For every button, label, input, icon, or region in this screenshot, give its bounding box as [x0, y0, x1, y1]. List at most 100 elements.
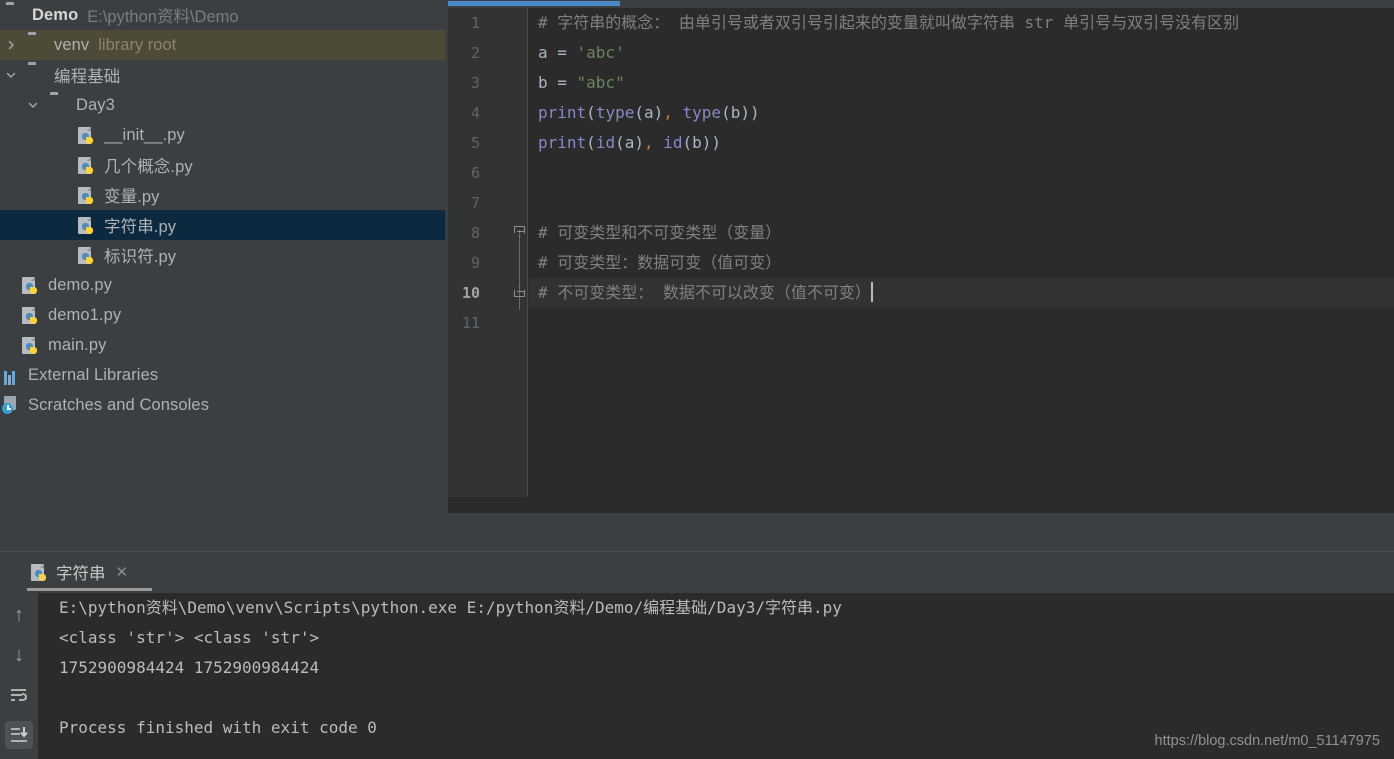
- code-token: ,: [643, 133, 654, 152]
- tree-item-jigegainian-py[interactable]: 几个概念.py: [0, 150, 445, 180]
- code-token: print: [538, 133, 587, 152]
- folder-icon: [28, 65, 48, 85]
- tree-item-label: Day3: [76, 95, 115, 114]
- scroll-up-icon[interactable]: ↑: [5, 601, 33, 629]
- python-file-icon: [78, 186, 98, 206]
- code-text-area[interactable]: # 字符串的概念： 由单引号或者双引号引起来的变量就叫做字符串 str 单引号与…: [529, 8, 1394, 513]
- chevron-down-icon[interactable]: [2, 66, 20, 84]
- run-console-panel[interactable]: 字符串 ✕ ↑ ↓ E:\python资料\Demo\venv\Scripts\p…: [0, 551, 1394, 759]
- scroll-to-end-icon[interactable]: [5, 721, 33, 749]
- code-token: a: [538, 43, 558, 62]
- code-token: (a): [634, 103, 664, 122]
- tree-item-init-py[interactable]: __init__.py: [0, 120, 445, 150]
- code-token: type: [595, 103, 635, 122]
- code-line[interactable]: print(type(a), type(b)): [529, 98, 1394, 128]
- code-token: # 可变类型：数据可变（值可变）: [538, 253, 782, 272]
- code-token: =: [557, 73, 577, 92]
- code-line[interactable]: [529, 188, 1394, 218]
- code-editor-pane[interactable]: 1 2 3 4 5 6 7 8 9 10 11 # 字符串的概念： 由单引号或者双引号引起来的变量就…: [445, 0, 1394, 513]
- python-file-icon: [78, 156, 98, 176]
- code-token: ,: [663, 103, 673, 122]
- tree-item-label: demo1.py: [48, 305, 122, 324]
- tree-item-scratches-and-consoles[interactable]: Scratches and Consoles: [0, 390, 445, 420]
- editor-bottom-filler: [445, 513, 1394, 551]
- tree-item-external-libraries[interactable]: External Libraries: [0, 360, 445, 390]
- code-token: print: [538, 103, 587, 122]
- toolbar-glyph: ↑: [14, 603, 24, 626]
- code-line[interactable]: print(id(a), id(b)): [529, 128, 1394, 158]
- folder-src-icon: [50, 95, 70, 115]
- console-tab-label: 字符串: [56, 565, 106, 583]
- tree-item-demo[interactable]: Demo E:\python资料\Demo: [0, 0, 445, 30]
- code-token: (b)): [682, 133, 722, 152]
- code-fold-strip[interactable]: [511, 8, 528, 513]
- code-token: =: [557, 43, 577, 62]
- tree-item-demo1-py[interactable]: demo1.py: [0, 300, 445, 330]
- code-line[interactable]: # 可变类型和不可变类型（变量）: [529, 218, 1394, 248]
- tree-item-bianliang-py[interactable]: 变量.py: [0, 180, 445, 210]
- code-token: b: [538, 73, 558, 92]
- fold-region-line: [519, 230, 520, 310]
- folder-icon: [28, 35, 48, 55]
- code-line[interactable]: [529, 158, 1394, 188]
- console-tab-zifuchuan[interactable]: 字符串 ✕: [27, 555, 132, 589]
- tree-item-biaoshifu-py[interactable]: 标识符.py: [0, 240, 445, 270]
- pycharm-window: Demo E:\python资料\Demo venv library root 编程基础…: [0, 0, 1394, 759]
- fold-marker-line10[interactable]: [514, 286, 525, 297]
- folder-icon: [6, 5, 26, 25]
- code-token: type: [682, 103, 722, 122]
- code-token: # 可变类型和不可变类型（变量）: [538, 223, 782, 242]
- code-token: id: [595, 133, 616, 152]
- python-file-icon: [78, 216, 98, 236]
- chevron-right-icon[interactable]: [2, 36, 20, 54]
- code-line[interactable]: a = 'abc': [529, 38, 1394, 68]
- code-token: # 不可变类型： 数据不可以改变（值不可变）: [538, 283, 871, 302]
- active-tab-underline: [448, 1, 620, 6]
- code-line[interactable]: # 可变类型：数据可变（值可变）: [529, 248, 1394, 278]
- console-left-edge: [0, 593, 3, 759]
- tree-item-label: __init__.py: [104, 125, 185, 144]
- console-toolbar[interactable]: ↑ ↓: [0, 593, 38, 759]
- python-file-icon: [22, 336, 42, 356]
- python-file-icon: [22, 276, 42, 296]
- code-line[interactable]: [529, 308, 1394, 338]
- console-tab-bar[interactable]: 字符串 ✕: [0, 551, 1394, 593]
- project-tree-panel[interactable]: Demo E:\python资料\Demo venv library root 编程基础…: [0, 0, 445, 551]
- tree-item-main-py[interactable]: main.py: [0, 330, 445, 360]
- soft-wrap-icon[interactable]: [5, 681, 33, 709]
- editor-horizontal-scroll-zone[interactable]: [445, 497, 1394, 513]
- python-file-icon: [22, 306, 42, 326]
- fold-marker-line8[interactable]: [514, 226, 525, 237]
- code-token: id: [663, 133, 683, 152]
- text-caret: [870, 282, 873, 302]
- chevron-down-icon[interactable]: [24, 96, 42, 114]
- scroll-down-icon[interactable]: ↓: [5, 641, 33, 669]
- close-icon[interactable]: ✕: [116, 563, 129, 581]
- console-output-line: 1752900984424 1752900984424: [59, 658, 320, 677]
- code-line[interactable]: # 字符串的概念： 由单引号或者双引号引起来的变量就叫做字符串 str 单引号与…: [529, 8, 1394, 38]
- tree-item-label: 标识符.py: [104, 248, 177, 266]
- tree-item-label: 变量.py: [104, 188, 160, 206]
- code-token: (: [586, 133, 596, 152]
- tree-item-venv[interactable]: venv library root: [0, 30, 445, 60]
- tree-item-day3[interactable]: Day3: [0, 90, 445, 120]
- tree-item-label: External Libraries: [28, 365, 159, 384]
- code-line[interactable]: # 不可变类型： 数据不可以改变（值不可变）: [529, 278, 1394, 308]
- tree-item-label: 几个概念.py: [104, 158, 193, 176]
- scratches-icon: [2, 396, 22, 416]
- tree-item-label: Demo: [32, 5, 79, 24]
- tree-item-subtitle: E:\python资料\Demo: [87, 8, 239, 26]
- code-line[interactable]: b = "abc": [529, 68, 1394, 98]
- tree-item-zifuchuan-py[interactable]: 字符串.py: [0, 210, 445, 240]
- tree-item-biancheng-jichu[interactable]: 编程基础: [0, 60, 445, 90]
- tree-item-demo-py[interactable]: demo.py: [0, 270, 445, 300]
- tree-item-subtitle: library root: [98, 35, 177, 54]
- code-token: (a): [615, 133, 644, 152]
- code-token: 'abc': [576, 43, 625, 62]
- code-token: # 字符串的概念： 由单引号或者双引号引起来的变量就叫做字符串 str 单引号与…: [538, 13, 1240, 32]
- code-token: (: [586, 103, 596, 122]
- watermark-text: https://blog.csdn.net/m0_51147975: [1154, 733, 1380, 749]
- editor-tab-strip: [445, 0, 1394, 8]
